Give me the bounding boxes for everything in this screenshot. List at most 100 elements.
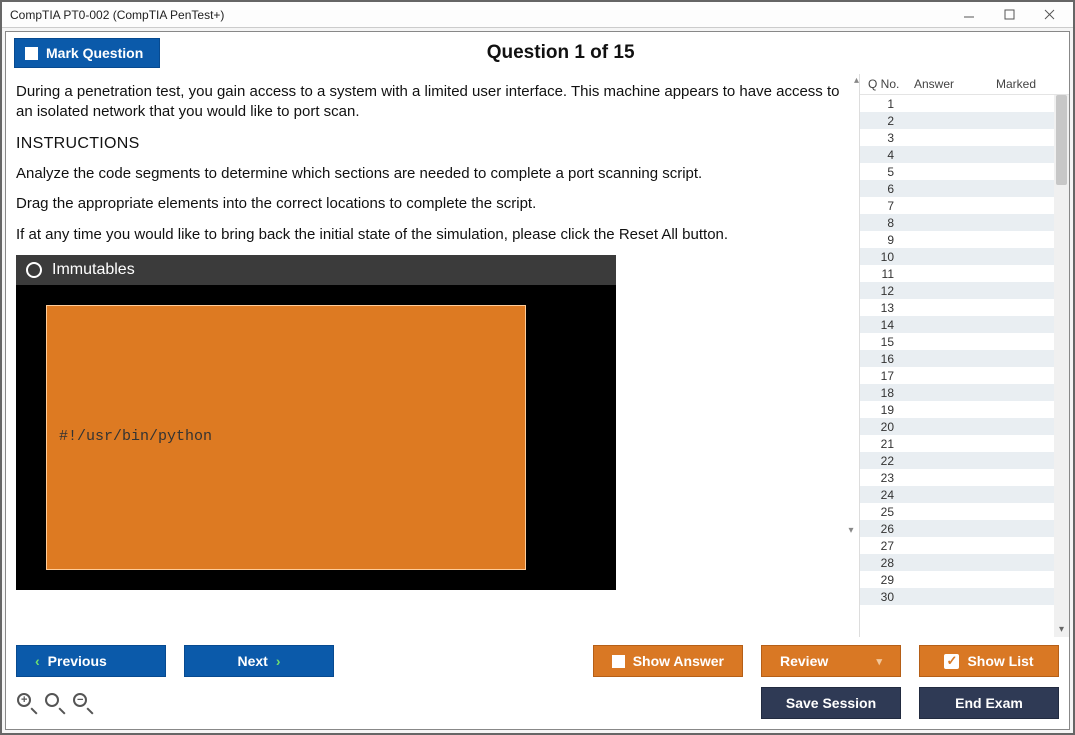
review-button[interactable]: Review ▾ [761,645,901,677]
question-list-row[interactable]: 25 [860,503,1069,520]
footer-row-2: + − Save Session End Exam [16,687,1059,719]
question-number: 15 [866,335,902,349]
question-list-row[interactable]: 26 [860,520,1069,537]
end-exam-label: End Exam [955,695,1023,711]
instruction-line: If at any time you would like to bring b… [16,225,853,245]
review-label: Review [780,653,828,669]
scroll-down-icon[interactable]: ▾ [1054,622,1069,637]
simulation-panel: Immutables #!/usr/bin/python [16,255,616,590]
question-list-row[interactable]: 29 [860,571,1069,588]
question-list-row[interactable]: 15 [860,333,1069,350]
chevron-down-icon: ▾ [876,655,882,668]
code-line: #!/usr/bin/python [59,427,513,447]
show-list-button[interactable]: ✓ Show List [919,645,1059,677]
question-list-row[interactable]: 17 [860,367,1069,384]
scroll-down-icon[interactable]: ▾ [845,525,857,537]
question-list-row[interactable]: 6 [860,180,1069,197]
question-number: 20 [866,420,902,434]
question-list-row[interactable]: 12 [860,282,1069,299]
question-number: 2 [866,114,902,128]
question-text: During a penetration test, you gain acce… [16,82,853,123]
save-session-button[interactable]: Save Session [761,687,901,719]
question-list-row[interactable]: 22 [860,452,1069,469]
app-body: Mark Question Question 1 of 15 ▴ During … [5,31,1070,730]
question-content[interactable]: ▴ During a penetration test, you gain ac… [6,74,859,637]
question-number: 4 [866,148,902,162]
question-list-header: Q No. Answer Marked [860,74,1069,95]
question-number: 19 [866,403,902,417]
question-list-row[interactable]: 30 [860,588,1069,605]
previous-button[interactable]: ‹ Previous [16,645,166,677]
question-list-row[interactable]: 14 [860,316,1069,333]
question-counter: Question 1 of 15 [160,42,1061,64]
zoom-out-icon[interactable]: − [72,692,94,714]
question-number: 23 [866,471,902,485]
question-list-row[interactable]: 1 [860,95,1069,112]
question-number: 11 [866,267,902,281]
question-list-row[interactable]: 13 [860,299,1069,316]
zoom-reset-icon[interactable] [44,692,66,714]
window-controls [949,3,1069,27]
show-list-label: Show List [967,653,1033,669]
question-number: 12 [866,284,902,298]
question-list[interactable]: 1234567891011121314151617181920212223242… [860,95,1069,637]
question-number: 22 [866,454,902,468]
save-session-label: Save Session [786,695,876,711]
mark-question-button[interactable]: Mark Question [14,38,160,68]
footer: ‹ Previous Next › Show Answer Review ▾ [6,637,1069,729]
next-label: Next [237,653,267,669]
question-list-row[interactable]: 18 [860,384,1069,401]
question-number: 17 [866,369,902,383]
col-answer: Answer [914,77,996,91]
mark-question-label: Mark Question [46,45,143,61]
question-list-row[interactable]: 24 [860,486,1069,503]
question-number: 3 [866,131,902,145]
question-number: 21 [866,437,902,451]
zoom-controls: + − [16,692,94,714]
zoom-in-icon[interactable]: + [16,692,38,714]
scrollbar-thumb[interactable] [1056,95,1067,185]
question-number: 25 [866,505,902,519]
scrollbar[interactable]: ▴ ▾ [1054,95,1069,637]
chevron-left-icon: ‹ [35,653,40,669]
maximize-button[interactable] [989,3,1029,27]
question-list-panel: Q No. Answer Marked 12345678910111213141… [859,74,1069,637]
question-number: 5 [866,165,902,179]
question-list-row[interactable]: 19 [860,401,1069,418]
question-list-row[interactable]: 9 [860,231,1069,248]
question-list-row[interactable]: 2 [860,112,1069,129]
close-button[interactable] [1029,3,1069,27]
check-icon: ✓ [944,654,959,669]
question-list-row[interactable]: 21 [860,435,1069,452]
end-exam-button[interactable]: End Exam [919,687,1059,719]
question-list-row[interactable]: 7 [860,197,1069,214]
question-list-row[interactable]: 8 [860,214,1069,231]
question-list-row[interactable]: 23 [860,469,1069,486]
question-list-row[interactable]: 16 [860,350,1069,367]
question-list-row[interactable]: 27 [860,537,1069,554]
question-list-row[interactable]: 3 [860,129,1069,146]
instruction-line: Drag the appropriate elements into the c… [16,194,853,214]
question-number: 7 [866,199,902,213]
col-qno: Q No. [864,77,914,91]
question-list-row[interactable]: 10 [860,248,1069,265]
code-drop-area[interactable]: #!/usr/bin/python [46,305,526,570]
question-number: 26 [866,522,902,536]
main-area: ▴ During a penetration test, you gain ac… [6,74,1069,637]
question-list-row[interactable]: 11 [860,265,1069,282]
checkbox-icon [25,47,38,60]
show-answer-button[interactable]: Show Answer [593,645,743,677]
question-number: 18 [866,386,902,400]
question-list-row[interactable]: 20 [860,418,1069,435]
question-number: 13 [866,301,902,315]
simulation-title: Immutables [52,259,135,281]
question-list-row[interactable]: 28 [860,554,1069,571]
question-number: 14 [866,318,902,332]
question-list-row[interactable]: 5 [860,163,1069,180]
previous-label: Previous [48,653,107,669]
question-number: 30 [866,590,902,604]
next-button[interactable]: Next › [184,645,334,677]
minimize-button[interactable] [949,3,989,27]
question-list-row[interactable]: 4 [860,146,1069,163]
header-row: Mark Question Question 1 of 15 [6,32,1069,74]
